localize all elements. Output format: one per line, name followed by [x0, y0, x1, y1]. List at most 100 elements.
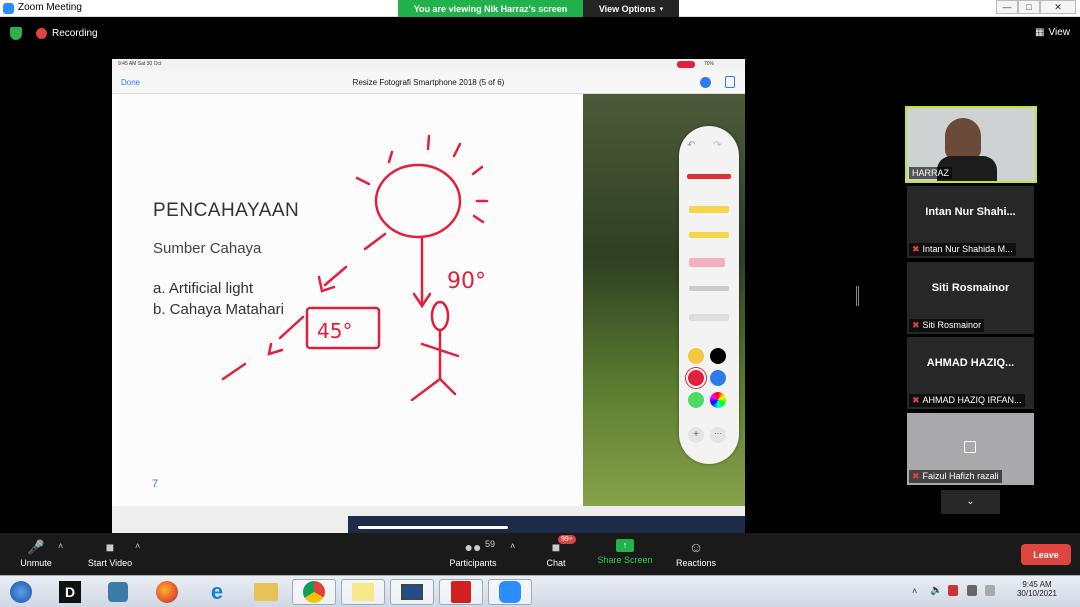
unmute-button[interactable]: 🎤 Unmute [14, 539, 58, 568]
recording-icon [36, 28, 47, 39]
reactions-button[interactable]: ☺ Reactions [672, 539, 720, 568]
redo-icon[interactable]: ↷ [713, 140, 721, 151]
start-button[interactable] [2, 579, 40, 605]
taskbar-app-robot[interactable] [96, 579, 140, 605]
taskbar-app-remote-desktop[interactable] [390, 579, 434, 605]
ink-drawing: 45° 90° [221, 134, 489, 402]
participant-tile[interactable]: AHMAD HAZIQ... ✖ AHMAD HAZIQ IRFAN... [907, 337, 1034, 409]
action-center-icon[interactable] [985, 585, 995, 596]
mic-muted-icon: ✖ [912, 320, 920, 330]
participants-options-chevron-icon[interactable]: ˄ [510, 541, 515, 551]
monitor-icon [401, 584, 423, 600]
participant-label-text: Faizul Hafizh razali [922, 471, 999, 481]
pen-tool-icon[interactable] [687, 174, 731, 179]
reactions-label: Reactions [675, 558, 717, 568]
video-options-chevron-icon[interactable]: ˄ [135, 541, 140, 551]
maximize-button[interactable]: □ [1018, 0, 1040, 14]
slide-page-number: 7 [152, 478, 159, 490]
ruler-tool-icon[interactable] [689, 314, 729, 321]
taskbar-app-firefox[interactable] [145, 579, 189, 605]
color-black-swatch[interactable] [710, 348, 726, 364]
meeting-toolbar: 🎤 Unmute ˄ ■ Start Video ˄ ●● Participan… [0, 533, 1080, 575]
taskbar-app-sticky-notes[interactable] [341, 579, 385, 605]
slide-title: PENCAHAYAAN [153, 200, 300, 221]
chat-unread-badge: 99+ [558, 535, 576, 544]
volume-icon[interactable]: 🔉 [930, 585, 942, 596]
highlighter-tool-icon[interactable] [689, 206, 729, 213]
folder-icon [254, 583, 278, 601]
viewing-screen-text: You are viewing Nik Harraz's screen [413, 3, 568, 14]
eraser-tool-icon[interactable] [689, 258, 725, 267]
participant-video-harraz[interactable]: HARRAZ [905, 106, 1037, 183]
zoom-icon [499, 581, 521, 603]
security-shield-icon[interactable] [10, 27, 22, 40]
view-options-button[interactable]: View Options ▾ [583, 0, 679, 17]
view-button[interactable]: ▦ View [1035, 27, 1070, 38]
share-screen-button[interactable]: ↑ Share Screen [596, 539, 654, 565]
maximize-icon: □ [1026, 2, 1032, 12]
chevron-down-icon: ▾ [659, 5, 664, 13]
shared-screen-dark-bar [348, 516, 745, 533]
more-icon[interactable]: ⋯ [710, 427, 726, 443]
participant-label: ✖ Intan Nur Shahida M... [909, 243, 1016, 256]
color-green-swatch[interactable] [688, 392, 704, 408]
share-screen-icon: ↑ [616, 539, 634, 552]
color-blue-swatch[interactable] [710, 370, 726, 386]
firefox-icon [156, 581, 178, 603]
network-icon[interactable] [948, 585, 958, 596]
ipad-nav-bar: Done Resize Fotografi Smartphone 2018 (5… [112, 71, 745, 94]
power-icon[interactable] [967, 585, 977, 596]
panel-resize-handle[interactable] [856, 286, 859, 306]
markup-tool-palette: ↶ ↷ + ⋯ [679, 126, 739, 464]
clock-date: 30/10/2021 [1016, 589, 1058, 598]
chevron-down-icon: ⌄ [966, 496, 975, 507]
taskbar-app-acrobat[interactable] [439, 579, 483, 605]
share-screen-label: Share Screen [597, 555, 653, 565]
participant-tile[interactable]: Siti Rosmainor ✖ Siti Rosmainor [907, 262, 1034, 334]
leave-button[interactable]: Leave [1021, 544, 1071, 565]
participant-tile[interactable]: ✖ Faizul Hafizh razali [907, 413, 1034, 485]
close-button[interactable]: ✕ [1040, 0, 1076, 14]
participant-label-text: Siti Rosmainor [922, 320, 982, 330]
participant-label: ✖ Faizul Hafizh razali [909, 470, 1002, 483]
lasso-tool-icon[interactable] [689, 286, 729, 291]
participant-tile[interactable]: Intan Nur Shahi... ✖ Intan Nur Shahida M.… [907, 186, 1034, 258]
undo-icon[interactable]: ↶ [687, 140, 695, 151]
pencil-tool-icon[interactable] [689, 232, 729, 238]
sticky-notes-icon [352, 583, 374, 601]
document-title: Resize Fotografi Smartphone 2018 (5 of 6… [352, 78, 505, 87]
start-video-button[interactable]: ■ Start Video [84, 539, 136, 568]
mic-muted-icon: ✖ [912, 244, 920, 254]
show-hidden-icons-icon[interactable]: ˄ [912, 586, 917, 596]
participant-label-text: Intan Nur Shahida M... [922, 244, 1013, 254]
minimize-icon: — [1002, 2, 1012, 12]
add-icon[interactable]: + [688, 427, 704, 443]
taskbar-app-internet-explorer[interactable]: e [195, 579, 239, 605]
recording-label: Recording [52, 28, 98, 39]
participants-label: Participants [449, 558, 497, 568]
video-off-icon: ■ [105, 539, 115, 555]
minimize-button[interactable]: — [996, 0, 1018, 14]
taskbar-app-dictionary[interactable]: D [48, 579, 92, 605]
color-yellow-swatch[interactable] [688, 348, 704, 364]
color-picker-swatch[interactable] [710, 392, 726, 408]
share-icon[interactable] [725, 76, 735, 88]
clock[interactable]: 9:45 AM 30/10/2021 [1012, 580, 1062, 598]
clock-time: 9:45 AM [1022, 580, 1052, 589]
taskbar-app-file-explorer[interactable] [244, 579, 288, 605]
reactions-icon: ☺ [688, 539, 704, 555]
taskbar-app-zoom[interactable] [488, 579, 532, 605]
markup-icon[interactable] [700, 77, 711, 88]
audio-options-chevron-icon[interactable]: ˄ [58, 541, 63, 551]
home-indicator [358, 526, 508, 529]
scroll-participants-down-button[interactable]: ⌄ [941, 490, 1000, 514]
unmute-label: Unmute [20, 558, 52, 568]
taskbar-app-chrome[interactable] [292, 579, 336, 605]
shared-screen: 9:45 AM Sat 30 Oct 70% Done Resize Fotog… [112, 59, 745, 533]
screen-record-indicator-icon [677, 61, 695, 68]
slide-item-b: b. Cahaya Matahari [153, 301, 284, 318]
windows-logo-icon [10, 581, 32, 603]
color-red-swatch[interactable] [688, 370, 704, 386]
zoom-app-icon [3, 3, 14, 14]
close-icon: ✕ [1054, 1, 1062, 12]
